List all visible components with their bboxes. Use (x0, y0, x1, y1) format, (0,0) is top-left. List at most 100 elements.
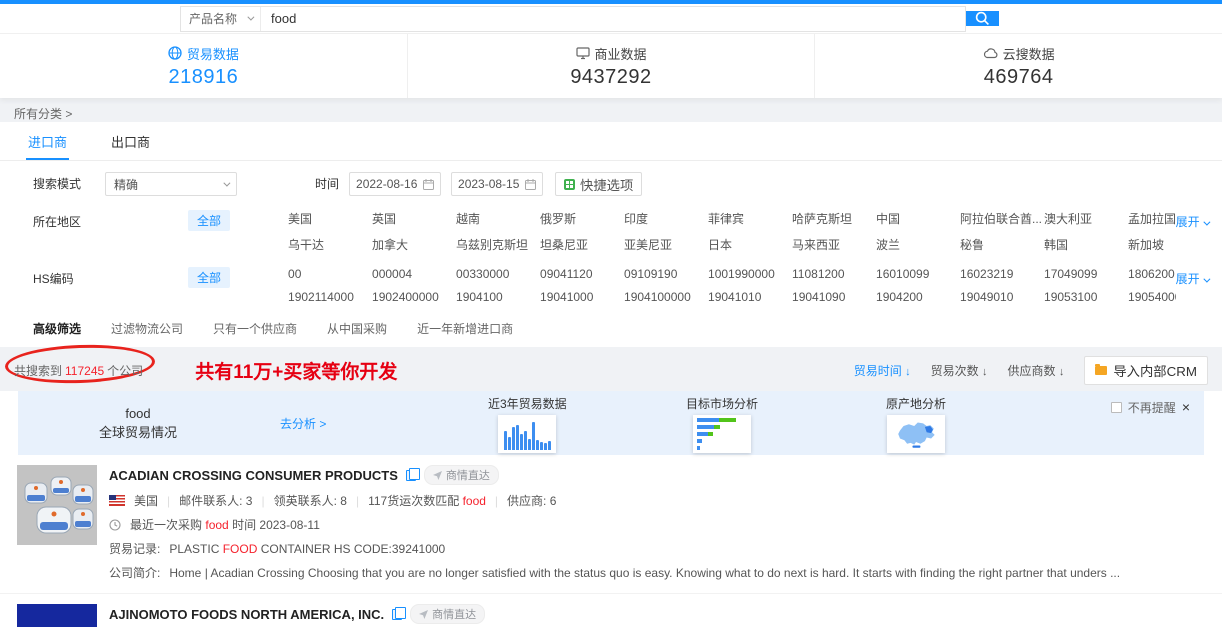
time-label: 时间 (315, 172, 339, 192)
date-from-input[interactable]: 2022-08-16 (349, 172, 441, 196)
hs-code-item[interactable]: 1001990000 (708, 267, 776, 281)
trade-record: PLASTIC FOOD CONTAINER HS CODE:39241000 (169, 542, 445, 556)
search-mode-select[interactable]: 精确 (105, 172, 237, 196)
hs-code-item[interactable]: 19041090 (792, 290, 860, 304)
stat-cloud-search-data[interactable]: 云搜数据 469764 (814, 34, 1222, 98)
copy-icon[interactable] (392, 609, 402, 620)
sort-trade-time[interactable]: 贸易时间 ↓ (854, 362, 911, 379)
region-item[interactable]: 美国 (288, 210, 356, 227)
hs-expand-link[interactable]: 展开 (1176, 267, 1208, 287)
business-info-badge[interactable]: 商情直达 (410, 604, 485, 624)
keyword-summary: food 全球贸易情况 (73, 404, 203, 442)
company-name[interactable]: AJINOMOTO FOODS NORTH AMERICA, INC. (109, 607, 384, 622)
region-item[interactable]: 乌兹别克斯坦 (456, 236, 524, 253)
filter-new-importers[interactable]: 近一年新增进口商 (417, 320, 513, 337)
filter-panel: 进口商 出口商 搜索模式 精确 时间 2022-08-16 2023-08-15… (0, 122, 1222, 347)
hs-code-item[interactable]: 19053100 (1044, 290, 1112, 304)
import-crm-button[interactable]: 导入内部CRM (1084, 356, 1208, 385)
hs-code-item[interactable]: 1902114000 (288, 290, 356, 304)
market-chart-thumb[interactable] (693, 415, 751, 453)
region-item[interactable]: 孟加拉国 (1128, 210, 1176, 227)
region-item[interactable]: 加拿大 (372, 236, 440, 253)
region-item[interactable]: 韩国 (1044, 236, 1112, 253)
filter-single-supplier[interactable]: 只有一个供应商 (213, 320, 297, 337)
trade-chart-thumb[interactable] (498, 415, 556, 453)
search-mode-label: 搜索模式 (33, 172, 105, 192)
hs-code-item[interactable]: 19041010 (708, 290, 776, 304)
company-name[interactable]: ACADIAN CROSSING CONSUMER PRODUCTS (109, 468, 398, 483)
hs-code-item[interactable]: 19049010 (960, 290, 1028, 304)
hs-all-chip[interactable]: 全部 (188, 267, 230, 288)
advanced-filter-title[interactable]: 高级筛选 (33, 320, 81, 337)
region-column: 越南 乌兹别克斯坦 (456, 210, 524, 253)
region-item[interactable]: 越南 (456, 210, 524, 227)
breadcrumb[interactable]: 所有分类 > (0, 98, 1222, 122)
hs-code-item[interactable]: 09109190 (624, 267, 692, 281)
region-item[interactable]: 乌干达 (288, 236, 356, 253)
hs-code-item[interactable]: 1806200 (1128, 267, 1176, 281)
hs-code-item[interactable]: 1904200 (876, 290, 944, 304)
region-item[interactable]: 哈萨克斯坦 (792, 210, 860, 227)
dismiss-control: 不再提醒 × (1111, 399, 1190, 416)
tab-exporters[interactable]: 出口商 (109, 128, 152, 160)
trade-analysis-card: food 全球贸易情况 去分析 > 近3年贸易数据 目标市场分析 原产地分析 (18, 391, 1204, 455)
hs-code-item[interactable]: 16010099 (876, 267, 944, 281)
hs-code-item[interactable]: 19054000 (1128, 290, 1176, 304)
region-item[interactable]: 日本 (708, 236, 776, 253)
search-button[interactable] (966, 11, 999, 26)
hs-code-item[interactable]: 00 (288, 267, 356, 281)
region-item[interactable]: 印度 (624, 210, 692, 227)
hs-code-grid: 00 1902114000 000004 1902400000 00330000… (288, 267, 1176, 304)
hs-code-item[interactable]: 11081200 (792, 267, 860, 281)
sort-supplier-count[interactable]: 供应商数 ↓ (1007, 362, 1064, 379)
hs-code-item[interactable]: 1902400000 (372, 290, 440, 304)
quick-options-button[interactable]: 快捷选项 (555, 172, 642, 196)
region-item[interactable]: 英国 (372, 210, 440, 227)
region-item[interactable]: 坦桑尼亚 (540, 236, 608, 253)
stat-business-data[interactable]: 商业数据 9437292 (407, 34, 815, 98)
filter-logistics[interactable]: 过滤物流公司 (111, 320, 183, 337)
search-input[interactable] (261, 7, 965, 31)
hs-code-item[interactable]: 00330000 (456, 267, 524, 281)
market-chart-group: 目标市场分析 (686, 395, 758, 453)
calendar-icon (423, 179, 434, 190)
origin-map-thumb[interactable] (887, 415, 945, 453)
linkedin-contacts: 领英联系人: 8 (274, 492, 347, 509)
hs-code-item[interactable]: 19041000 (540, 290, 608, 304)
folder-icon (1095, 366, 1107, 375)
hs-code-column: 16010099 1904200 (876, 267, 944, 304)
region-item[interactable]: 马来西亚 (792, 236, 860, 253)
hs-code-item[interactable]: 000004 (372, 267, 440, 281)
region-column: 中国 波兰 (876, 210, 944, 253)
hs-code-item[interactable]: 17049099 (1044, 267, 1112, 281)
hs-code-filter-row: HS编码 全部 00 1902114000 000004 1902400000 … (0, 259, 1222, 310)
region-expand-link[interactable]: 展开 (1176, 210, 1208, 230)
stat-trade-data[interactable]: 贸易数据 218916 (0, 34, 407, 98)
business-info-badge[interactable]: 商情直达 (424, 465, 499, 485)
copy-icon[interactable] (406, 470, 416, 481)
hs-code-item[interactable]: 16023219 (960, 267, 1028, 281)
hs-code-item[interactable]: 1904100000 (624, 290, 692, 304)
region-item[interactable]: 俄罗斯 (540, 210, 608, 227)
region-item[interactable]: 中国 (876, 210, 944, 227)
region-item[interactable]: 阿拉伯联合酋... (960, 210, 1028, 227)
region-item[interactable]: 秘鲁 (960, 236, 1028, 253)
company-card: GDPR AJINOMOTO FOODS NORTH AMERICA, INC.… (0, 593, 1222, 627)
close-icon[interactable]: × (1182, 402, 1190, 413)
result-count-number: 117245 (65, 364, 104, 378)
search-category-select[interactable]: 产品名称 (181, 7, 261, 31)
hs-code-item[interactable]: 1904100 (456, 290, 524, 304)
region-item[interactable]: 亚美尼亚 (624, 236, 692, 253)
date-to-input[interactable]: 2023-08-15 (451, 172, 543, 196)
dismiss-checkbox[interactable] (1111, 402, 1122, 413)
tab-importers[interactable]: 进口商 (26, 128, 69, 160)
region-all-chip[interactable]: 全部 (188, 210, 230, 231)
region-item[interactable]: 澳大利亚 (1044, 210, 1112, 227)
region-item[interactable]: 菲律宾 (708, 210, 776, 227)
hs-code-item[interactable]: 09041120 (540, 267, 608, 281)
region-item[interactable]: 波兰 (876, 236, 944, 253)
region-item[interactable]: 新加坡 (1128, 236, 1176, 253)
filter-buy-from-china[interactable]: 从中国采购 (327, 320, 387, 337)
analyze-link[interactable]: 去分析 > (280, 415, 326, 432)
sort-trade-count[interactable]: 贸易次数 ↓ (931, 362, 988, 379)
